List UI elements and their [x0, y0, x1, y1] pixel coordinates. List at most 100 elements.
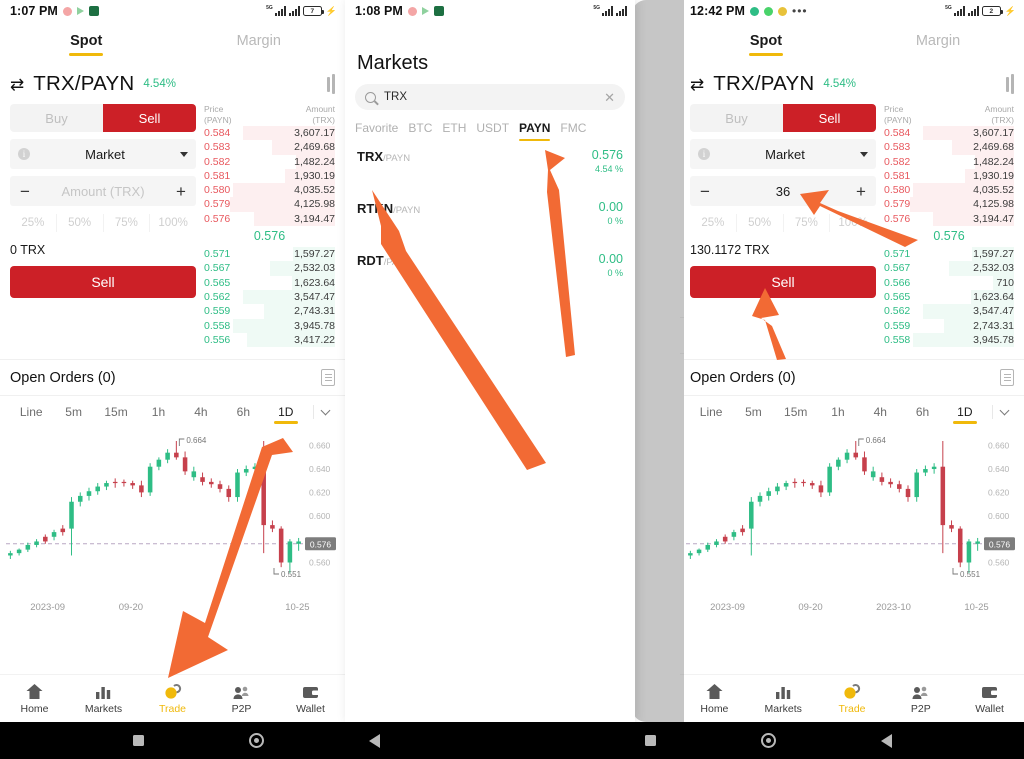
- amount-stepper[interactable]: − 36 +: [690, 176, 876, 206]
- nav-wallet[interactable]: Wallet: [276, 683, 345, 715]
- tab-5m[interactable]: 5m: [52, 405, 94, 419]
- home-icon[interactable]: [248, 733, 264, 748]
- nav-trade[interactable]: Trade: [818, 683, 887, 715]
- order-type-select[interactable]: i Market: [10, 139, 196, 169]
- table-row[interactable]: 0.579 4,125.98: [884, 197, 1014, 212]
- submit-sell-button[interactable]: Sell: [10, 266, 196, 298]
- tab-4h[interactable]: 4h: [180, 405, 222, 419]
- tab-spot[interactable]: Spot: [680, 33, 852, 49]
- table-row[interactable]: 0.559 2,743.31: [884, 318, 1014, 333]
- order-type-select[interactable]: i Market: [690, 139, 876, 169]
- table-row[interactable]: 0.582 1,482.24: [204, 154, 335, 169]
- table-row[interactable]: 0.571 1,597.27: [884, 247, 1014, 262]
- home-icon[interactable]: [760, 733, 776, 748]
- back-icon[interactable]: [880, 733, 892, 748]
- buy-button[interactable]: Buy: [690, 104, 783, 132]
- tab-btc[interactable]: BTC: [408, 121, 432, 135]
- table-row[interactable]: 0.580 4,035.52: [204, 183, 335, 198]
- table-row[interactable]: 0.567 2,532.03: [884, 261, 1014, 276]
- table-row[interactable]: 0.562 3,547.47: [204, 289, 335, 305]
- decrement-button[interactable]: −: [698, 183, 712, 200]
- amount-input[interactable]: Amount (TRX): [32, 184, 174, 199]
- percent-50[interactable]: 50%: [735, 214, 783, 232]
- chevron-down-icon[interactable]: [320, 405, 331, 416]
- nav-trade[interactable]: Trade: [138, 683, 207, 715]
- nav-home[interactable]: Home: [680, 683, 749, 715]
- nav-markets[interactable]: Markets: [69, 683, 138, 715]
- table-row[interactable]: 0.581 1,930.19: [884, 168, 1014, 184]
- percent-100[interactable]: 100%: [149, 214, 196, 232]
- price-chart-right[interactable]: 0.660 0.640 0.620 0.600 0.560 0.576 0.664 0.551: [680, 427, 1024, 602]
- percent-50[interactable]: 50%: [55, 214, 103, 232]
- list-item[interactable]: RTKN/PAYN 0.00 0 %: [345, 187, 635, 239]
- table-row[interactable]: 0.566 710: [884, 275, 1014, 290]
- tab-usdt[interactable]: USDT: [476, 121, 509, 135]
- swap-pair-icon[interactable]: ⇄: [10, 76, 24, 93]
- pair-symbol[interactable]: TRX/PAYN: [713, 72, 814, 96]
- tab-1h[interactable]: 1h: [817, 405, 859, 419]
- price-chart-left[interactable]: 0.660 0.640 0.620 0.600 0.560 0.576 0.664 0.551: [0, 427, 345, 602]
- percent-75[interactable]: 75%: [782, 214, 830, 232]
- tab-6h[interactable]: 6h: [222, 405, 264, 419]
- tab-1d[interactable]: 1D: [265, 405, 307, 419]
- tab-margin[interactable]: Margin: [852, 33, 1024, 49]
- table-row[interactable]: 0.559 2,743.31: [204, 304, 335, 319]
- document-icon[interactable]: [1000, 369, 1014, 387]
- tab-fmc[interactable]: FMC: [560, 121, 586, 135]
- percent-25[interactable]: 25%: [690, 214, 736, 232]
- increment-button[interactable]: +: [854, 183, 868, 200]
- table-row[interactable]: 0.584 3,607.17: [204, 126, 335, 141]
- submit-sell-button[interactable]: Sell: [690, 266, 876, 298]
- list-item[interactable]: TRX/PAYN 0.576 4.54 %: [345, 135, 635, 187]
- table-row[interactable]: 0.576 3,194.47: [884, 211, 1014, 227]
- tab-1h[interactable]: 1h: [137, 405, 179, 419]
- percent-25[interactable]: 25%: [10, 214, 56, 232]
- tab-eth[interactable]: ETH: [442, 121, 466, 135]
- table-row[interactable]: 0.565 1,623.64: [884, 289, 1014, 305]
- table-row[interactable]: 0.562 3,547.47: [884, 304, 1014, 319]
- tab-line[interactable]: Line: [10, 405, 52, 419]
- chevron-down-icon[interactable]: [999, 405, 1010, 416]
- info-icon[interactable]: i: [698, 148, 710, 160]
- buy-button[interactable]: Buy: [10, 104, 103, 132]
- table-row[interactable]: 0.580 4,035.52: [884, 183, 1014, 198]
- table-row[interactable]: 0.583 2,469.68: [204, 140, 335, 155]
- tab-15m[interactable]: 15m: [95, 405, 137, 419]
- table-row[interactable]: 0.571 1,597.27: [204, 247, 335, 262]
- table-row[interactable]: 0.584 3,607.17: [884, 126, 1014, 141]
- search-input[interactable]: TRX: [384, 91, 596, 103]
- recents-icon[interactable]: [132, 735, 144, 746]
- kline-toggle-icon[interactable]: [327, 74, 335, 94]
- nav-markets[interactable]: Markets: [749, 683, 818, 715]
- tab-4h[interactable]: 4h: [859, 405, 901, 419]
- tab-spot[interactable]: Spot: [0, 33, 173, 49]
- clear-search-icon[interactable]: ✕: [604, 91, 615, 104]
- tab-favorite[interactable]: Favorite: [355, 121, 398, 135]
- info-icon[interactable]: i: [18, 148, 30, 160]
- tab-5m[interactable]: 5m: [732, 405, 774, 419]
- sell-tab-button[interactable]: Sell: [103, 104, 196, 132]
- search-bar[interactable]: TRX ✕: [355, 84, 625, 110]
- tab-15m[interactable]: 15m: [775, 405, 817, 419]
- table-row[interactable]: 0.579 4,125.98: [204, 197, 335, 212]
- percent-100[interactable]: 100%: [829, 214, 876, 232]
- nav-p2p[interactable]: P2P: [886, 683, 955, 715]
- tab-line[interactable]: Line: [690, 405, 732, 419]
- table-row[interactable]: 0.581 1,930.19: [204, 168, 335, 184]
- nav-p2p[interactable]: P2P: [207, 683, 276, 715]
- amount-stepper[interactable]: − Amount (TRX) +: [10, 176, 196, 206]
- document-icon[interactable]: [321, 369, 335, 387]
- decrement-button[interactable]: −: [18, 183, 32, 200]
- table-row[interactable]: 0.558 3,945.78: [884, 332, 1014, 348]
- table-row[interactable]: 0.582 1,482.24: [884, 154, 1014, 169]
- table-row[interactable]: 0.576 3,194.47: [204, 211, 335, 227]
- table-row[interactable]: 0.565 1,623.64: [204, 275, 335, 290]
- kline-toggle-icon[interactable]: [1006, 74, 1014, 94]
- tab-payn[interactable]: PAYN: [519, 121, 551, 141]
- tab-1d[interactable]: 1D: [944, 405, 986, 419]
- amount-input[interactable]: 36: [712, 184, 854, 199]
- tab-6h[interactable]: 6h: [901, 405, 943, 419]
- recents-icon[interactable]: [644, 735, 656, 746]
- nav-home[interactable]: Home: [0, 683, 69, 715]
- tab-margin[interactable]: Margin: [173, 33, 346, 49]
